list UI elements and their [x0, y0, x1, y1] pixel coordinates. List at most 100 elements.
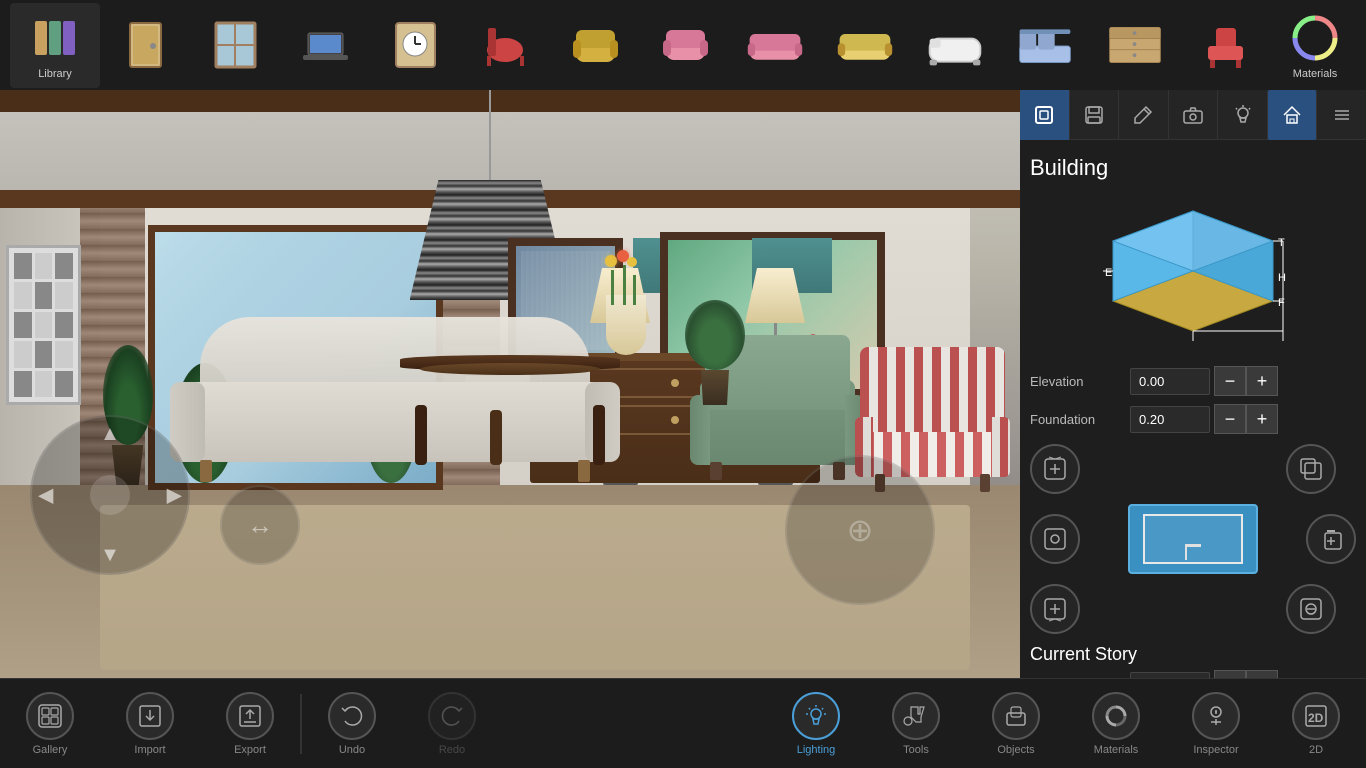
bed-icon	[1015, 18, 1075, 73]
export-button[interactable]: Export	[200, 681, 300, 766]
action-buttons-row2	[1030, 504, 1356, 574]
2d-label: 2D	[1309, 744, 1323, 756]
pink-sofa-icon	[745, 18, 805, 73]
red-chair-item[interactable]	[460, 3, 550, 88]
window-item[interactable]	[190, 3, 280, 88]
door-icon	[115, 18, 175, 73]
redo-label: Redo	[439, 744, 465, 756]
nav-orbit[interactable]: ⊕	[785, 455, 935, 605]
dresser-topbar-item[interactable]	[1090, 3, 1180, 88]
svg-text:E: E	[1105, 267, 1112, 279]
tools-button[interactable]: Tools	[866, 681, 966, 766]
plant-pot-back	[680, 300, 750, 405]
bottom-bar: Gallery Import Export	[0, 678, 1366, 768]
materials-bottom-button[interactable]: Materials	[1066, 681, 1166, 766]
action-buttons-row	[1030, 444, 1356, 494]
nav-joystick[interactable]: ▲ ▼ ◀ ▶	[20, 415, 200, 595]
svg-text:F: F	[1278, 297, 1285, 309]
elevation-row: Elevation 0.00 − +	[1030, 366, 1356, 396]
tool-list[interactable]	[1317, 90, 1366, 140]
export-icon	[226, 692, 274, 740]
tools-icon	[892, 692, 940, 740]
elevation-label: Elevation	[1030, 374, 1130, 389]
svg-text:H: H	[1278, 272, 1286, 284]
lighting-label: Lighting	[797, 744, 836, 756]
tool-light[interactable]	[1218, 90, 1268, 140]
objects-button[interactable]: Objects	[966, 681, 1066, 766]
undo-icon	[328, 692, 376, 740]
tool-select[interactable]	[1020, 90, 1070, 140]
window-icon	[205, 18, 265, 73]
elevation-decrease-button[interactable]: −	[1214, 366, 1246, 396]
elevation-increase-button[interactable]: +	[1246, 366, 1278, 396]
yellow-armchair-item[interactable]	[550, 3, 640, 88]
nav-right-arrow[interactable]: ▶	[167, 483, 182, 508]
add-story-above-button[interactable]	[1030, 444, 1080, 494]
gallery-icon	[26, 692, 74, 740]
svg-text:2D: 2D	[1308, 711, 1324, 725]
clock-icon	[385, 18, 445, 73]
redo-button[interactable]: Redo	[402, 681, 502, 766]
import-button[interactable]: Import	[100, 681, 200, 766]
paste-story-button[interactable]	[1306, 514, 1356, 564]
yellow-sofa-item[interactable]	[820, 3, 910, 88]
undo-button[interactable]: Undo	[302, 681, 402, 766]
tool-camera[interactable]	[1169, 90, 1219, 140]
export-label: Export	[234, 744, 266, 756]
materials-bottom-label: Materials	[1094, 744, 1139, 756]
red-chair2-item[interactable]	[1180, 3, 1270, 88]
panel-title: Building	[1030, 150, 1356, 186]
dresser-topbar-icon	[1105, 18, 1165, 73]
materials-bottom-icon	[1092, 692, 1140, 740]
yellow-sofa-icon	[835, 18, 895, 73]
delete-story-button[interactable]	[1286, 584, 1336, 634]
floor-plan-thumbnail[interactable]	[1128, 504, 1258, 574]
materials-label: Materials	[1293, 68, 1338, 80]
bed-item[interactable]	[1000, 3, 1090, 88]
current-story-title: Current Story	[1030, 644, 1356, 665]
coffee-table	[390, 355, 630, 465]
import-icon	[126, 692, 174, 740]
bathtub-item[interactable]	[910, 3, 1000, 88]
top-bar: Library	[0, 0, 1366, 90]
laptop-item[interactable]	[280, 3, 370, 88]
gallery-button[interactable]: Gallery	[0, 681, 100, 766]
right-panel: Building T H E F	[1020, 90, 1366, 680]
tool-home[interactable]	[1268, 90, 1318, 140]
nav-up-arrow[interactable]: ▲	[100, 423, 120, 446]
library-label: Library	[38, 68, 72, 80]
elevation-input[interactable]: 0.00	[1130, 368, 1210, 395]
foundation-label: Foundation	[1030, 412, 1130, 427]
tool-save[interactable]	[1070, 90, 1120, 140]
foundation-increase-button[interactable]: +	[1246, 404, 1278, 434]
materials-button[interactable]: Materials	[1270, 3, 1360, 88]
nav-left-arrow[interactable]: ◀	[38, 483, 53, 508]
yellow-armchair-icon	[565, 18, 625, 73]
inspector-label: Inspector	[1193, 744, 1238, 756]
library-button[interactable]: Library	[10, 3, 100, 88]
objects-label: Objects	[997, 744, 1034, 756]
inspector-icon	[1192, 692, 1240, 740]
viewport[interactable]: ▲ ▼ ◀ ▶ ↔ ⊕	[0, 90, 1020, 680]
library-icon	[25, 11, 85, 66]
add-story-below-button[interactable]	[1030, 584, 1080, 634]
door-item[interactable]	[100, 3, 190, 88]
svg-text:T: T	[1278, 237, 1285, 249]
nav-rotate[interactable]: ↔	[220, 485, 300, 565]
tool-paint[interactable]	[1119, 90, 1169, 140]
pink-chair-icon	[655, 18, 715, 73]
foundation-decrease-button[interactable]: −	[1214, 404, 1246, 434]
inspector-button[interactable]: Inspector	[1166, 681, 1266, 766]
copy-story-button[interactable]	[1286, 444, 1336, 494]
clock-item[interactable]	[370, 3, 460, 88]
foundation-input[interactable]: 0.20	[1130, 406, 1210, 433]
lighting-button[interactable]: Lighting	[766, 681, 866, 766]
view-story-button[interactable]	[1030, 514, 1080, 564]
foundation-row: Foundation 0.20 − +	[1030, 404, 1356, 434]
2d-button[interactable]: 2D 2D	[1266, 681, 1366, 766]
wall-decor-left	[6, 245, 81, 405]
nav-down-arrow[interactable]: ▼	[100, 544, 120, 567]
materials-icon	[1285, 11, 1345, 66]
pink-chair-item[interactable]	[640, 3, 730, 88]
pink-sofa-item[interactable]	[730, 3, 820, 88]
